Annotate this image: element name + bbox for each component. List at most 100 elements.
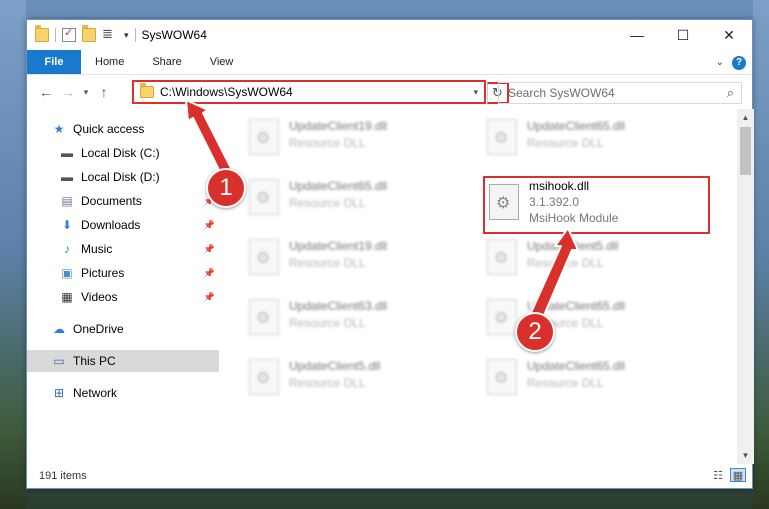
sidebar-item-network[interactable]: ⊞ Network xyxy=(27,382,219,404)
maximize-button[interactable]: ☐ xyxy=(660,20,706,50)
file-type: Resource DLL xyxy=(289,376,366,390)
up-arrow-icon[interactable]: ↑ xyxy=(93,84,115,100)
sidebar-item-this-pc[interactable]: ▭ This PC xyxy=(27,350,219,372)
documents-icon: ▤ xyxy=(61,194,73,208)
sidebar-item-label: This PC xyxy=(73,354,116,368)
recent-locations-chevron-icon[interactable]: ▾ xyxy=(79,87,93,98)
large-icons-view-icon[interactable]: ▦ xyxy=(730,468,746,482)
pin-icon[interactable]: 📌 xyxy=(204,244,215,255)
sidebar-item-label: Music xyxy=(81,242,113,256)
file-description: MsiHook Module xyxy=(529,211,619,225)
step-2-badge: 2 xyxy=(515,312,555,352)
file-name: msihook.dll xyxy=(529,179,590,193)
dll-file-icon xyxy=(249,299,279,335)
customize-toolbar-dropdown-icon[interactable]: ▾ xyxy=(124,30,129,41)
sidebar-item-videos[interactable]: ▦ Videos 📌 xyxy=(27,286,219,308)
file-type: Resource DLL xyxy=(527,136,604,150)
forward-arrow-icon[interactable]: → xyxy=(57,84,79,100)
dll-file-icon xyxy=(489,184,519,220)
sidebar-item-pictures[interactable]: ▣ Pictures 📌 xyxy=(27,262,219,284)
scrollbar-thumb[interactable] xyxy=(740,127,751,175)
new-folder-icon[interactable] xyxy=(82,25,96,42)
step-1-badge: 1 xyxy=(206,168,246,208)
file-version: 3.1.392.0 xyxy=(529,195,580,209)
sidebar-item-onedrive[interactable]: ☁ OneDrive xyxy=(27,318,219,340)
file-name: UpdateClient5.dll xyxy=(527,239,619,253)
help-icon[interactable]: ? xyxy=(732,55,746,70)
file-name: UpdateClient65.dll xyxy=(527,359,626,373)
pin-icon[interactable]: 📌 xyxy=(204,292,215,303)
address-row: ← → ▾ ↑ C:\Windows\SysWOW64 ▾ ↻ Search S… xyxy=(27,75,752,109)
file-tile[interactable]: UpdateClient5.dll Resource DLL xyxy=(249,353,479,405)
file-name: UpdateClient65.dll xyxy=(527,119,626,133)
address-folder-icon xyxy=(140,83,154,98)
sidebar-item-music[interactable]: ♪ Music 📌 xyxy=(27,238,219,260)
sidebar-item-label: Local Disk (D:) xyxy=(81,170,160,184)
address-dropdown-icon[interactable]: ▾ xyxy=(467,87,484,98)
pin-icon[interactable]: 📌 xyxy=(204,268,215,279)
sidebar-item-label: Network xyxy=(73,386,118,400)
tab-share[interactable]: Share xyxy=(138,50,195,74)
close-button[interactable]: ✕ xyxy=(706,20,752,50)
file-tile[interactable]: UpdateClient19.dll Resource DLL xyxy=(249,233,479,285)
title-bar: ▾ SysWOW64 — ☐ ✕ xyxy=(27,20,752,50)
file-name: UpdateClient65.dll xyxy=(289,179,388,193)
scroll-down-icon[interactable]: ▼ xyxy=(737,447,754,464)
status-bar: 191 items ☷ ▦ xyxy=(27,464,754,488)
quick-access-toolbar: ▾ xyxy=(27,25,136,42)
view-toggle: ☷ ▦ xyxy=(710,468,746,482)
file-tile[interactable]: UpdateClient19.dll Resource DLL xyxy=(249,113,479,165)
expand-ribbon-chevron-icon[interactable]: ⌄ xyxy=(716,57,724,68)
vertical-scrollbar[interactable]: ▲ ▼ xyxy=(737,109,754,464)
sidebar-item-label: Pictures xyxy=(81,266,125,280)
file-explorer-window: ▾ SysWOW64 — ☐ ✕ File Home Share View ⌄ … xyxy=(26,19,754,489)
file-name: UpdateClient5.dll xyxy=(289,359,381,373)
search-input[interactable]: Search SysWOW64 ⌕ xyxy=(498,82,742,104)
dll-file-icon xyxy=(487,359,517,395)
address-path[interactable]: C:\Windows\SysWOW64 xyxy=(160,85,467,99)
back-arrow-icon[interactable]: ← xyxy=(35,84,57,100)
file-tile[interactable]: UpdateClient65.dll Resource DLL xyxy=(487,113,717,165)
dll-file-icon xyxy=(249,359,279,395)
properties-check-icon[interactable] xyxy=(62,26,76,42)
file-tile[interactable]: UpdateClient5.dll Resource DLL xyxy=(487,233,717,285)
drive-icon: ▬ xyxy=(61,146,73,160)
sidebar-item-local-disk-d[interactable]: ▬ Local Disk (D:) xyxy=(27,166,219,188)
file-name: UpdateClient19.dll xyxy=(289,119,388,133)
folder-icon[interactable] xyxy=(35,25,49,42)
pictures-icon: ▣ xyxy=(61,266,73,280)
file-type: Resource DLL xyxy=(527,376,604,390)
file-name: UpdateClient65.dll xyxy=(527,299,626,313)
pin-icon[interactable]: 📌 xyxy=(204,220,215,231)
scroll-up-icon[interactable]: ▲ xyxy=(737,109,754,126)
window-controls: — ☐ ✕ xyxy=(614,20,752,50)
desktop-background-right xyxy=(753,0,769,509)
onedrive-icon: ☁ xyxy=(53,322,65,336)
sidebar-item-downloads[interactable]: ⬇ Downloads 📌 xyxy=(27,214,219,236)
file-type: Resource DLL xyxy=(289,316,366,330)
item-count: 191 items xyxy=(39,470,87,482)
tab-view[interactable]: View xyxy=(196,50,248,74)
file-tile-msihook[interactable]: msihook.dll 3.1.392.0 MsiHook Module xyxy=(483,176,710,234)
file-tile[interactable]: UpdateClient65.dll Resource DLL xyxy=(249,173,479,225)
tab-file[interactable]: File xyxy=(27,50,81,74)
drive-icon: ▬ xyxy=(61,170,73,184)
file-tile[interactable]: UpdateClient65.dll Resource DLL xyxy=(487,353,717,405)
file-name: UpdateClient63.dll xyxy=(289,299,388,313)
address-bar[interactable]: C:\Windows\SysWOW64 ▾ xyxy=(132,80,486,104)
navigation-pane: ★ Quick access ▬ Local Disk (C:) ▬ Local… xyxy=(27,109,219,464)
minimize-button[interactable]: — xyxy=(614,20,660,50)
view-properties-icon[interactable] xyxy=(102,26,118,42)
sidebar-item-label: OneDrive xyxy=(73,322,124,336)
details-view-icon[interactable]: ☷ xyxy=(710,468,726,482)
sidebar-item-quick-access[interactable]: ★ Quick access xyxy=(27,118,219,140)
sidebar-item-local-disk-c[interactable]: ▬ Local Disk (C:) xyxy=(27,142,219,164)
file-tile[interactable]: UpdateClient63.dll Resource DLL xyxy=(249,293,479,345)
tab-home[interactable]: Home xyxy=(81,50,138,74)
search-icon[interactable]: ⌕ xyxy=(727,85,734,101)
navigation-buttons: ← → ▾ ↑ xyxy=(27,84,115,100)
sidebar-item-label: Downloads xyxy=(81,218,141,232)
content-area: ★ Quick access ▬ Local Disk (C:) ▬ Local… xyxy=(27,109,754,464)
sidebar-item-documents[interactable]: ▤ Documents 📌 xyxy=(27,190,219,212)
sidebar-item-label: Documents xyxy=(81,194,142,208)
